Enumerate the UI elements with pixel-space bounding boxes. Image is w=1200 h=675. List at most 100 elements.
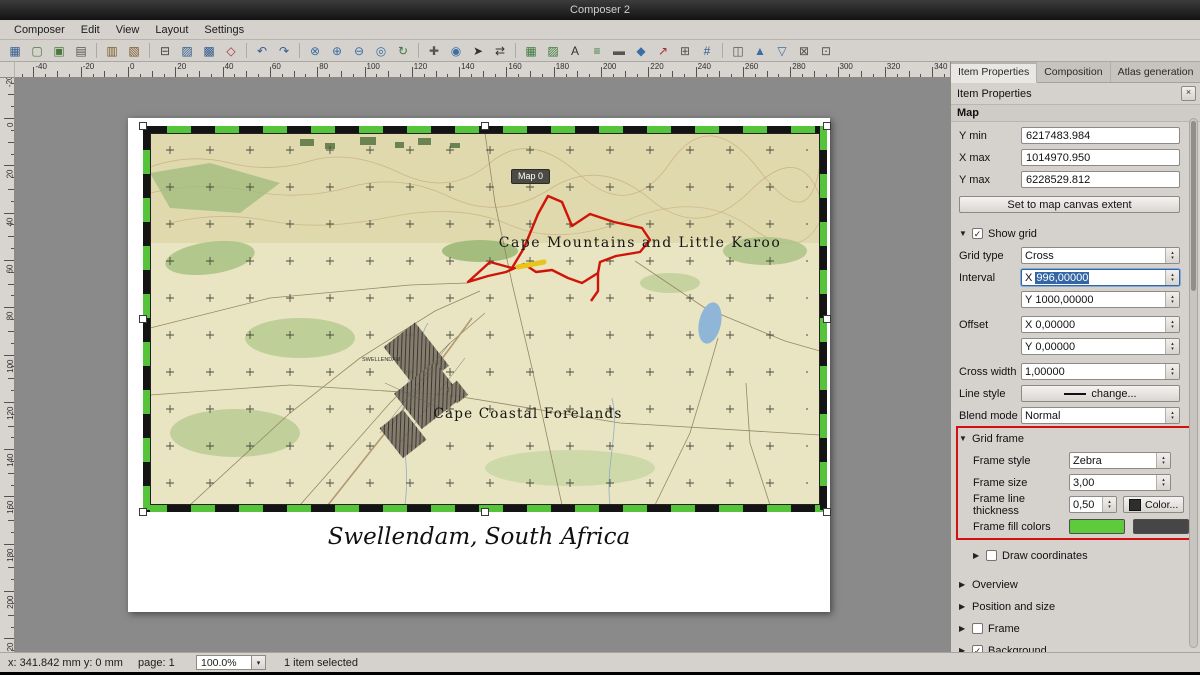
composer-manager-icon[interactable]: ▤ <box>71 42 91 60</box>
export-pdf-icon[interactable]: ◇ <box>221 42 241 60</box>
load-from-template-icon[interactable]: ▥ <box>102 42 122 60</box>
frame-color-button[interactable]: Color... <box>1123 496 1184 513</box>
ymax-field[interactable]: 6228529.812 <box>1021 171 1180 188</box>
offset-x-spinbox[interactable]: X0,00000 ▴▾ <box>1021 316 1180 333</box>
add-label-icon[interactable]: A <box>565 42 585 60</box>
spinner-arrows-icon[interactable]: ▴▾ <box>1165 317 1179 332</box>
menu-edit[interactable]: Edit <box>73 22 108 38</box>
ymin-field[interactable]: 6217483.984 <box>1021 127 1180 144</box>
add-image-icon[interactable]: ▨ <box>543 42 563 60</box>
spinner-arrows-icon[interactable]: ▴▾ <box>1165 292 1179 307</box>
selection-handle-n[interactable] <box>481 122 489 130</box>
menu-settings[interactable]: Settings <box>196 22 252 38</box>
draw-coordinates-checkbox[interactable] <box>986 550 997 561</box>
dropdown-arrows-icon[interactable]: ▴▾ <box>1156 453 1170 468</box>
frame-size-spinbox[interactable]: 3,00 ▴▾ <box>1069 474 1171 491</box>
export-image-icon[interactable]: ▨ <box>177 42 197 60</box>
menu-layout[interactable]: Layout <box>147 22 196 38</box>
frame-style-select[interactable]: Zebra ▴▾ <box>1069 452 1171 469</box>
panel-scrollbar[interactable] <box>1189 118 1198 648</box>
selection-handle-s[interactable] <box>481 508 489 516</box>
tab-composition[interactable]: Composition <box>1037 62 1110 82</box>
print-icon[interactable]: ⊟ <box>155 42 175 60</box>
duplicate-composer-icon[interactable]: ▣ <box>49 42 69 60</box>
blend-mode-select[interactable]: Normal ▴▾ <box>1021 407 1180 424</box>
map-item[interactable]: Cape Mountains and Little Karoo Cape Coa… <box>143 126 827 512</box>
interval-x-spinbox[interactable]: X996,00000 ▴▾ <box>1021 269 1180 286</box>
save-project-icon[interactable]: ▦ <box>5 42 25 60</box>
position-size-expander-icon[interactable]: ▶ <box>959 602 970 611</box>
zoom-dropdown-icon[interactable]: ▾ <box>252 655 266 670</box>
zoom-level-input[interactable]: 100.0% <box>196 655 252 670</box>
undo-icon[interactable]: ↶ <box>252 42 272 60</box>
frame-expander-icon[interactable]: ▶ <box>959 624 970 633</box>
interval-y-spinbox[interactable]: Y1000,00000 ▴▾ <box>1021 291 1180 308</box>
select-move-item-icon[interactable]: ➤ <box>468 42 488 60</box>
ruler-corner <box>0 62 15 78</box>
move-item-content-icon[interactable]: ⇄ <box>490 42 510 60</box>
cross-width-spinbox[interactable]: 1,00000 ▴▾ <box>1021 363 1180 380</box>
add-new-map-icon[interactable]: ▦ <box>521 42 541 60</box>
pan-tool-icon[interactable]: ✚ <box>424 42 444 60</box>
selection-handle-se[interactable] <box>823 508 831 516</box>
tab-item-properties[interactable]: Item Properties <box>951 62 1037 83</box>
grid-type-select[interactable]: Cross ▴▾ <box>1021 247 1180 264</box>
redo-icon[interactable]: ↷ <box>274 42 294 60</box>
add-html-frame-icon[interactable]: # <box>697 42 717 60</box>
selection-handle-w[interactable] <box>139 315 147 323</box>
overview-expander-icon[interactable]: ▶ <box>959 580 970 589</box>
background-checkbox[interactable]: ✓ <box>972 645 983 652</box>
spinner-arrows-icon[interactable]: ▴▾ <box>1165 270 1179 285</box>
add-legend-icon[interactable]: ≡ <box>587 42 607 60</box>
line-style-button[interactable]: change... <box>1021 385 1180 402</box>
show-grid-checkbox[interactable]: ✓ <box>972 228 983 239</box>
selection-handle-sw[interactable] <box>139 508 147 516</box>
zoom-tool-icon[interactable]: ◉ <box>446 42 466 60</box>
unlock-items-icon[interactable]: ⊡ <box>816 42 836 60</box>
grid-frame-expander-icon[interactable]: ▼ <box>959 434 970 443</box>
composition-canvas[interactable]: Cape Mountains and Little Karoo Cape Coa… <box>15 78 950 652</box>
raise-items-icon[interactable]: ▲ <box>750 42 770 60</box>
menu-composer[interactable]: Composer <box>6 22 73 38</box>
zoom-full-icon[interactable]: ⊗ <box>305 42 325 60</box>
save-as-template-icon[interactable]: ▧ <box>124 42 144 60</box>
new-composer-icon[interactable]: ▢ <box>27 42 47 60</box>
frame-fill-color1-swatch[interactable] <box>1069 519 1125 534</box>
selection-handle-e[interactable] <box>823 315 831 323</box>
add-basic-shape-icon[interactable]: ◆ <box>631 42 651 60</box>
set-extent-button[interactable]: Set to map canvas extent <box>959 196 1180 213</box>
show-grid-expander-icon[interactable]: ▼ <box>959 229 970 238</box>
xmax-field[interactable]: 1014970.950 <box>1021 149 1180 166</box>
spinner-arrows-icon[interactable]: ▴▾ <box>1165 339 1179 354</box>
selection-handle-ne[interactable] <box>823 122 831 130</box>
zoom-actual-icon[interactable]: ◎ <box>371 42 391 60</box>
lock-items-icon[interactable]: ⊠ <box>794 42 814 60</box>
menu-view[interactable]: View <box>108 22 148 38</box>
draw-coordinates-expander-icon[interactable]: ▶ <box>973 551 984 560</box>
selection-handle-nw[interactable] <box>139 122 147 130</box>
frame-line-thickness-spinbox[interactable]: 0,50 ▴▾ <box>1069 496 1117 513</box>
dropdown-arrows-icon[interactable]: ▴▾ <box>1165 248 1179 263</box>
add-scalebar-icon[interactable]: ▬ <box>609 42 629 60</box>
ruler-tick <box>11 579 14 580</box>
export-svg-icon[interactable]: ▩ <box>199 42 219 60</box>
dropdown-arrows-icon[interactable]: ▴▾ <box>1165 408 1179 423</box>
panel-scrollbar-thumb[interactable] <box>1191 121 1196 291</box>
frame-checkbox[interactable] <box>972 623 983 634</box>
ruler-tick <box>341 71 342 77</box>
add-arrow-icon[interactable]: ↗ <box>653 42 673 60</box>
offset-y-spinbox[interactable]: Y0,00000 ▴▾ <box>1021 338 1180 355</box>
spinner-arrows-icon[interactable]: ▴▾ <box>1156 475 1170 490</box>
frame-fill-color2-swatch[interactable] <box>1133 519 1189 534</box>
refresh-view-icon[interactable]: ↻ <box>393 42 413 60</box>
map-title-label[interactable]: Swellendam, South Africa <box>128 524 830 550</box>
zoom-in-icon[interactable]: ⊕ <box>327 42 347 60</box>
spinner-arrows-icon[interactable]: ▴▾ <box>1102 497 1116 512</box>
lower-items-icon[interactable]: ▽ <box>772 42 792 60</box>
spinner-arrows-icon[interactable]: ▴▾ <box>1165 364 1179 379</box>
close-icon[interactable]: × <box>1181 86 1196 101</box>
add-attribute-table-icon[interactable]: ⊞ <box>675 42 695 60</box>
zoom-out-icon[interactable]: ⊖ <box>349 42 369 60</box>
group-items-icon[interactable]: ◫ <box>728 42 748 60</box>
tab-atlas-generation[interactable]: Atlas generation <box>1111 62 1200 82</box>
